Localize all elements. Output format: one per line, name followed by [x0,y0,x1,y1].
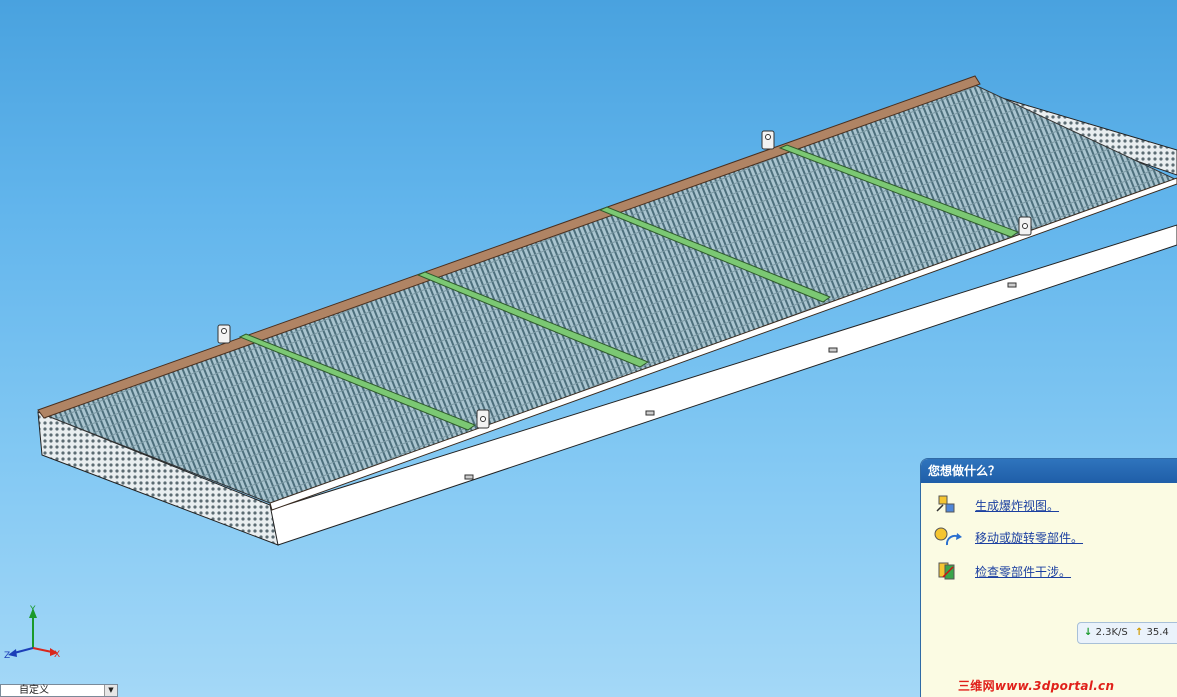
task-link-interference[interactable]: 检查零部件干涉。 [975,563,1071,580]
watermark-cn: 三维网 [958,679,995,693]
mounting-tab [217,324,231,344]
download-speed: 2.3K/S [1095,627,1128,638]
triad-y-label: Y [29,605,36,615]
explode-view-icon [929,493,965,517]
move-rotate-component-icon [929,525,965,549]
task-item-interference[interactable]: 检查零部件干涉。 [929,559,1071,583]
bottom-clip [1007,282,1017,288]
bottom-clip [645,410,655,416]
view-orientation-value: 自定义 [19,685,49,696]
download-arrow-icon: ↓ [1084,627,1093,638]
triad-x-label: X [54,650,60,660]
task-link-explode-view[interactable]: 生成爆炸视图。 [975,497,1059,514]
task-item-move-rotate[interactable]: 移动或旋转零部件。 [929,525,1083,549]
site-watermark: 三维网www.3dportal.cn [958,677,1114,694]
axis-triad: Y X Z [4,605,60,661]
mounting-tab [761,130,775,150]
chevron-down-icon[interactable]: ▼ [104,685,117,696]
task-item-explode-view[interactable]: 生成爆炸视图。 [929,493,1059,517]
mounting-tab [1018,216,1032,236]
upload-arrow-icon: ↑ [1134,627,1144,638]
task-pane-title: 您想做什么？ [921,459,1177,483]
interference-check-icon [929,559,965,583]
task-pane: 您想做什么？ 生成爆炸视图。 移动或旋转零部件。 检查零部件干涉。 [920,458,1177,697]
task-link-move-rotate[interactable]: 移动或旋转零部件。 [975,529,1083,546]
view-orientation-select[interactable]: 自定义 ▼ [0,684,118,697]
mounting-tab [476,409,490,429]
upload-speed: 35.4 [1146,627,1169,638]
bottom-clip [828,347,838,353]
network-speed-widget[interactable]: ↓ 2.3K/S ↑ 35.4 [1077,622,1177,644]
triad-z-label: Z [4,651,10,661]
bottom-clip [464,474,474,480]
watermark-url: www.3dportal.cn [994,679,1115,693]
